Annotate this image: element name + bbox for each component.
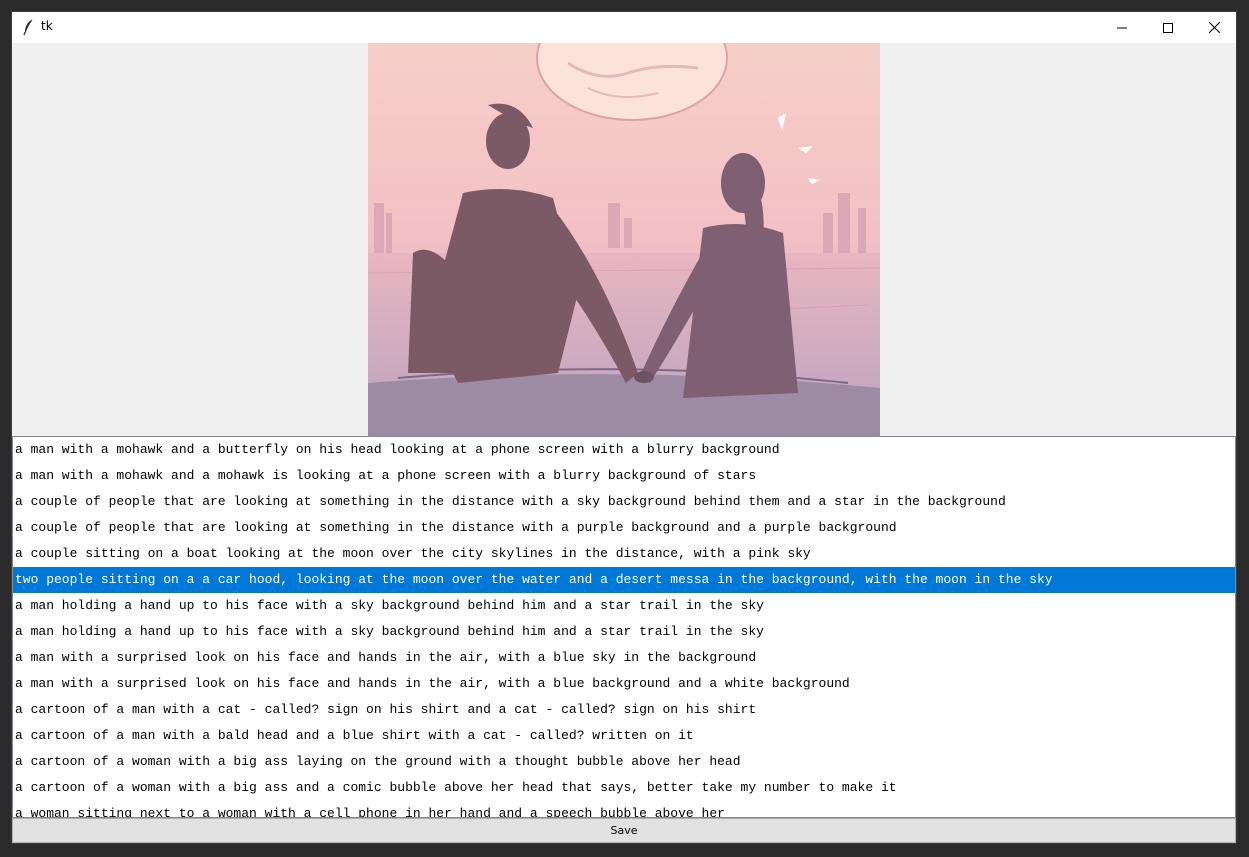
caption-list-item[interactable]: a man with a surprised look on his face … bbox=[13, 645, 1235, 671]
caption-list-item[interactable]: two people sitting on a a car hood, look… bbox=[13, 567, 1235, 593]
caption-list-item[interactable]: a man with a surprised look on his face … bbox=[13, 671, 1235, 697]
couple-moon-illustration bbox=[368, 43, 880, 437]
close-button[interactable] bbox=[1191, 12, 1236, 43]
caption-list-item[interactable]: a cartoon of a woman with a big ass and … bbox=[13, 775, 1235, 801]
title-bar[interactable]: tk bbox=[12, 12, 1236, 43]
caption-list-item[interactable]: a man with a mohawk and a mohawk is look… bbox=[13, 463, 1235, 489]
maximize-button[interactable] bbox=[1145, 12, 1191, 43]
caption-list-item[interactable]: a man holding a hand up to his face with… bbox=[13, 619, 1235, 645]
caption-list-item[interactable]: a couple of people that are looking at s… bbox=[13, 489, 1235, 515]
window-title: tk bbox=[41, 19, 53, 33]
minimize-icon bbox=[1117, 27, 1127, 28]
app-window: tk a man with a mohawk and a butterfly o… bbox=[12, 12, 1236, 843]
caption-list-item[interactable]: a cartoon of a woman with a big ass layi… bbox=[13, 749, 1235, 775]
minimize-button[interactable] bbox=[1099, 12, 1145, 43]
caption-list-item[interactable]: a couple of people that are looking at s… bbox=[13, 515, 1235, 541]
image-panel bbox=[12, 43, 1236, 437]
save-button[interactable]: Save bbox=[12, 818, 1236, 843]
caption-list-item[interactable]: a cartoon of a man with a cat - called? … bbox=[13, 697, 1235, 723]
feather-icon bbox=[21, 18, 37, 36]
preview-image bbox=[368, 43, 880, 437]
caption-list-item[interactable]: a cartoon of a man with a bald head and … bbox=[13, 723, 1235, 749]
caption-list-item[interactable]: a couple sitting on a boat looking at th… bbox=[13, 541, 1235, 567]
maximize-icon bbox=[1163, 22, 1173, 33]
close-icon bbox=[1208, 22, 1220, 33]
caption-list-item[interactable]: a woman sitting next to a woman with a c… bbox=[13, 801, 1235, 817]
caption-list-item[interactable]: a man holding a hand up to his face with… bbox=[13, 593, 1235, 619]
caption-list-item[interactable]: a man with a mohawk and a butterfly on h… bbox=[13, 437, 1235, 463]
caption-listbox[interactable]: a man with a mohawk and a butterfly on h… bbox=[12, 436, 1236, 818]
